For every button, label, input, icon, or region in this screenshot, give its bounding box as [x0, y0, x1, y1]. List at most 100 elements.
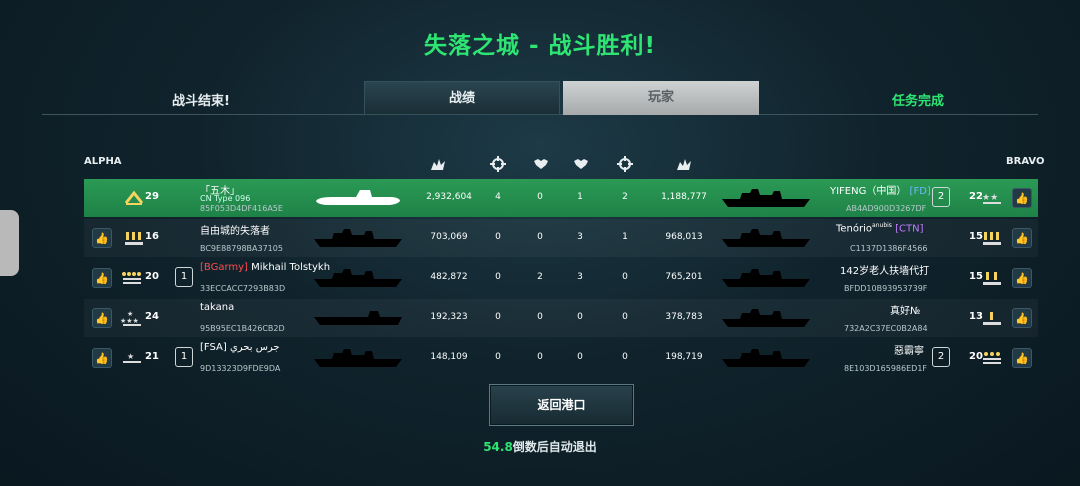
player-id-bravo: BFDD10B93953739F: [844, 284, 928, 293]
squad-badge: 1: [175, 267, 193, 287]
top-bar: 战斗结束! 战绩 玩家 任务完成: [42, 81, 1038, 115]
kill-crosshair-icon-bravo: [617, 156, 633, 172]
like-button[interactable]: 👍: [1012, 188, 1032, 208]
rank-dots-icon: [122, 272, 141, 284]
kill-crosshair-icon: [490, 156, 506, 172]
player-name[interactable]: takana: [200, 302, 234, 313]
ship-name: CN Type 096: [200, 194, 251, 203]
kills-value-bravo: 1: [622, 232, 628, 242]
player-id: 95B95EC1B426CB2D: [200, 324, 285, 333]
svg-text:★★: ★★: [982, 193, 998, 203]
like-button[interactable]: 👍: [1012, 348, 1032, 368]
squad-badge: 1: [175, 347, 193, 367]
like-button[interactable]: 👍: [1012, 228, 1032, 248]
damage-value: 192,323: [430, 312, 468, 322]
battle-over-label: 战斗结束!: [172, 94, 230, 109]
rank-bar-icon: [983, 312, 1001, 325]
ship-silhouette: [722, 269, 810, 287]
rank-bars-icon: [983, 232, 1001, 245]
player-name[interactable]: [FSA] جرس بحري: [200, 342, 280, 353]
player-name-bravo[interactable]: 142岁老人扶墙代打: [840, 262, 929, 277]
player-id-bravo: C1137D1386F4566: [850, 244, 928, 253]
table-row: 👍 ★ ★★★ 24 takana 95B95EC1B426CB2D 192,32…: [84, 299, 1038, 337]
player-name[interactable]: 自由城的失落者: [200, 222, 270, 237]
rank-star-icon: ★: [123, 352, 141, 363]
kills-value-bravo: 0: [622, 272, 628, 282]
player-id-bravo: AB4AD900D3267DF: [846, 204, 927, 213]
squad-badge: 2: [932, 347, 950, 367]
rank-stars-icon: ★★: [982, 193, 1001, 204]
player-name-bravo[interactable]: YIFENG（中国） [FD]: [830, 182, 931, 197]
return-to-port-button[interactable]: 返回港口: [489, 384, 634, 426]
like-button[interactable]: 👍: [92, 228, 112, 248]
tab-stats[interactable]: 战绩: [364, 81, 560, 115]
ship-silhouette: [314, 229, 402, 247]
ship-silhouette: [314, 349, 402, 367]
assist-handshake-icon: [534, 159, 548, 169]
assists-value: 0: [537, 192, 543, 202]
assists-value: 0: [537, 312, 543, 322]
assist-handshake-icon-bravo: [574, 159, 588, 169]
assists-value: 0: [537, 352, 543, 362]
assists-value-bravo: 3: [577, 272, 583, 282]
tab-players[interactable]: 玩家: [563, 81, 759, 115]
team-bravo-label: BRAVO: [1006, 156, 1045, 167]
damage-value-bravo: 198,719: [665, 352, 703, 362]
like-button[interactable]: 👍: [92, 308, 112, 328]
player-level: 24: [145, 311, 159, 322]
svg-text:★★★: ★★★: [120, 317, 139, 325]
damage-value: 148,109: [430, 352, 468, 362]
like-button[interactable]: 👍: [1012, 268, 1032, 288]
player-id: 33ECCACC7293B83D: [200, 284, 286, 293]
player-name-bravo[interactable]: 惡霸寧: [894, 342, 924, 357]
assists-value-bravo: 3: [577, 232, 583, 242]
kills-value-bravo: 0: [622, 312, 628, 322]
rank-bars-icon: [125, 232, 143, 245]
thumbs-up-icon: 👍: [1015, 271, 1029, 285]
thumbs-up-icon: 👍: [1015, 311, 1029, 325]
team-alpha-label: ALPHA: [84, 156, 122, 167]
player-name[interactable]: [BGarmy] Mikhail Tolstykh: [200, 262, 330, 273]
rank-dots-icon: [983, 352, 1001, 364]
ship-silhouette: [722, 349, 810, 367]
damage-value-bravo: 1,188,777: [661, 192, 707, 202]
kills-value: 0: [495, 272, 501, 282]
submarine-silhouette: [316, 190, 400, 205]
carrier-silhouette: [314, 311, 402, 325]
damage-value: 2,932,604: [426, 192, 472, 202]
kills-value: 0: [495, 312, 501, 322]
assists-value: 2: [537, 272, 543, 282]
player-name-bravo[interactable]: 真好№: [890, 302, 920, 317]
side-drawer-handle[interactable]: [0, 210, 19, 276]
damage-value: 703,069: [430, 232, 468, 242]
thumbs-up-icon: 👍: [95, 351, 109, 365]
player-level: 29: [145, 191, 159, 202]
kills-value: 4: [495, 192, 501, 202]
thumbs-up-icon: 👍: [1015, 231, 1029, 245]
like-button[interactable]: 👍: [92, 348, 112, 368]
assists-value-bravo: 0: [577, 352, 583, 362]
player-id-bravo: 732A2C37EC0B2A84: [844, 324, 928, 333]
like-button[interactable]: 👍: [92, 268, 112, 288]
player-level: 20: [145, 271, 159, 282]
thumbs-up-icon: 👍: [95, 311, 109, 325]
squad-badge: 2: [932, 187, 950, 207]
ship-silhouette: [722, 309, 810, 327]
thumbs-up-icon: 👍: [1015, 191, 1029, 205]
like-button[interactable]: 👍: [1012, 308, 1032, 328]
svg-text:★: ★: [127, 352, 134, 361]
rank-chevron-icon: [124, 190, 144, 205]
auto-exit-countdown: 54.8倒数后自动退出: [483, 440, 597, 454]
mission-status: 任务完成: [891, 94, 944, 109]
kills-value: 0: [495, 352, 501, 362]
player-id: 9D13323D9FDE9DA: [200, 364, 281, 373]
ship-silhouette: [314, 269, 402, 287]
damage-value-bravo: 765,201: [665, 272, 703, 282]
damage-icon: [431, 159, 445, 170]
kills-value-bravo: 2: [622, 192, 628, 202]
table-row: 👍 16 自由城的失落者 BC9E88798BA37105 703,069 0 …: [84, 219, 1038, 257]
player-name-bravo[interactable]: Tenórioanubis [CTN]: [836, 222, 923, 234]
thumbs-up-icon: 👍: [95, 231, 109, 245]
player-id-bravo: 8E103D165986ED1F: [844, 364, 928, 373]
kills-value-bravo: 0: [622, 352, 628, 362]
